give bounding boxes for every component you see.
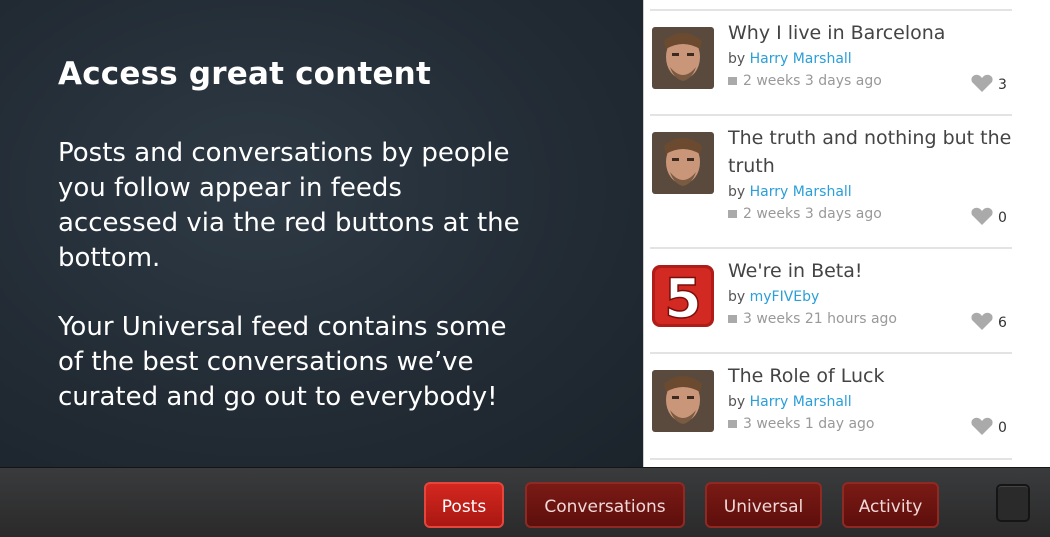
feed-item[interactable]: The truth and nothing but the truth by H… <box>650 114 1012 248</box>
post-time: 2 weeks 3 days ago <box>728 73 882 89</box>
clock-icon <box>728 315 737 323</box>
post-byline: by myFIVEby <box>728 289 819 305</box>
post-timestamp: 3 weeks 21 hours ago <box>743 311 897 327</box>
clock-icon <box>728 210 737 218</box>
author-avatar[interactable] <box>652 27 714 89</box>
five-logo-text: 5 <box>664 267 702 327</box>
post-title[interactable]: The truth and nothing but the truth <box>728 124 1013 180</box>
feed-item[interactable]: The Role of Luck by Harry Marshall 3 wee… <box>650 352 1012 458</box>
like-count: 0 <box>998 420 1007 436</box>
post-time: 3 weeks 1 day ago <box>728 416 874 432</box>
like-count: 0 <box>998 210 1007 226</box>
post-timestamp: 2 weeks 3 days ago <box>743 206 882 222</box>
like-control[interactable]: 0 <box>970 206 1007 226</box>
universal-button[interactable]: Universal <box>705 482 822 528</box>
post-title[interactable]: We're in Beta! <box>728 257 1013 285</box>
by-label: by <box>728 51 746 67</box>
feed-divider <box>650 458 1012 460</box>
heart-icon[interactable] <box>970 416 994 436</box>
post-time: 2 weeks 3 days ago <box>728 206 882 222</box>
post-timestamp: 3 weeks 1 day ago <box>743 416 875 432</box>
author-link[interactable]: myFIVEby <box>750 289 820 305</box>
author-link[interactable]: Harry Marshall <box>750 184 852 200</box>
like-control[interactable]: 3 <box>970 73 1007 93</box>
clock-icon <box>728 77 737 85</box>
post-title[interactable]: Why I live in Barcelona <box>728 19 1013 47</box>
activity-button[interactable]: Activity <box>842 482 939 528</box>
heart-icon[interactable] <box>970 73 994 93</box>
post-timestamp: 2 weeks 3 days ago <box>743 73 882 89</box>
menu-square-button[interactable] <box>996 484 1030 522</box>
intro-headline: Access great content <box>58 56 431 92</box>
like-count: 3 <box>998 77 1007 93</box>
by-label: by <box>728 394 746 410</box>
post-title[interactable]: The Role of Luck <box>728 362 1013 390</box>
author-link[interactable]: Harry Marshall <box>750 51 852 67</box>
heart-icon[interactable] <box>970 311 994 331</box>
intro-panel: Access great content Posts and conversat… <box>0 0 644 467</box>
intro-paragraph-universal: Your Universal feed contains some of the… <box>58 312 507 412</box>
five-logo-avatar[interactable]: 5 <box>652 265 714 327</box>
conversations-button[interactable]: Conversations <box>525 482 685 528</box>
post-byline: by Harry Marshall <box>728 184 852 200</box>
post-byline: by Harry Marshall <box>728 51 852 67</box>
post-byline: by Harry Marshall <box>728 394 852 410</box>
like-control[interactable]: 6 <box>970 311 1007 331</box>
feed-panel[interactable]: Why I live in Barcelona by Harry Marshal… <box>644 0 1050 467</box>
author-link[interactable]: Harry Marshall <box>750 394 852 410</box>
like-count: 6 <box>998 315 1007 331</box>
author-avatar[interactable] <box>652 132 714 194</box>
posts-button[interactable]: Posts <box>424 482 504 528</box>
feed-item[interactable]: Why I live in Barcelona by Harry Marshal… <box>650 9 1012 115</box>
by-label: by <box>728 184 746 200</box>
author-avatar[interactable] <box>652 370 714 432</box>
post-time: 3 weeks 21 hours ago <box>728 311 897 327</box>
clock-icon <box>728 420 737 428</box>
like-control[interactable]: 0 <box>970 416 1007 436</box>
by-label: by <box>728 289 746 305</box>
feed-item[interactable]: 5 We're in Beta! by myFIVEby 3 weeks 21 … <box>650 247 1012 353</box>
heart-icon[interactable] <box>970 206 994 226</box>
intro-paragraph-feeds: Posts and conversations by people you fo… <box>58 138 520 273</box>
